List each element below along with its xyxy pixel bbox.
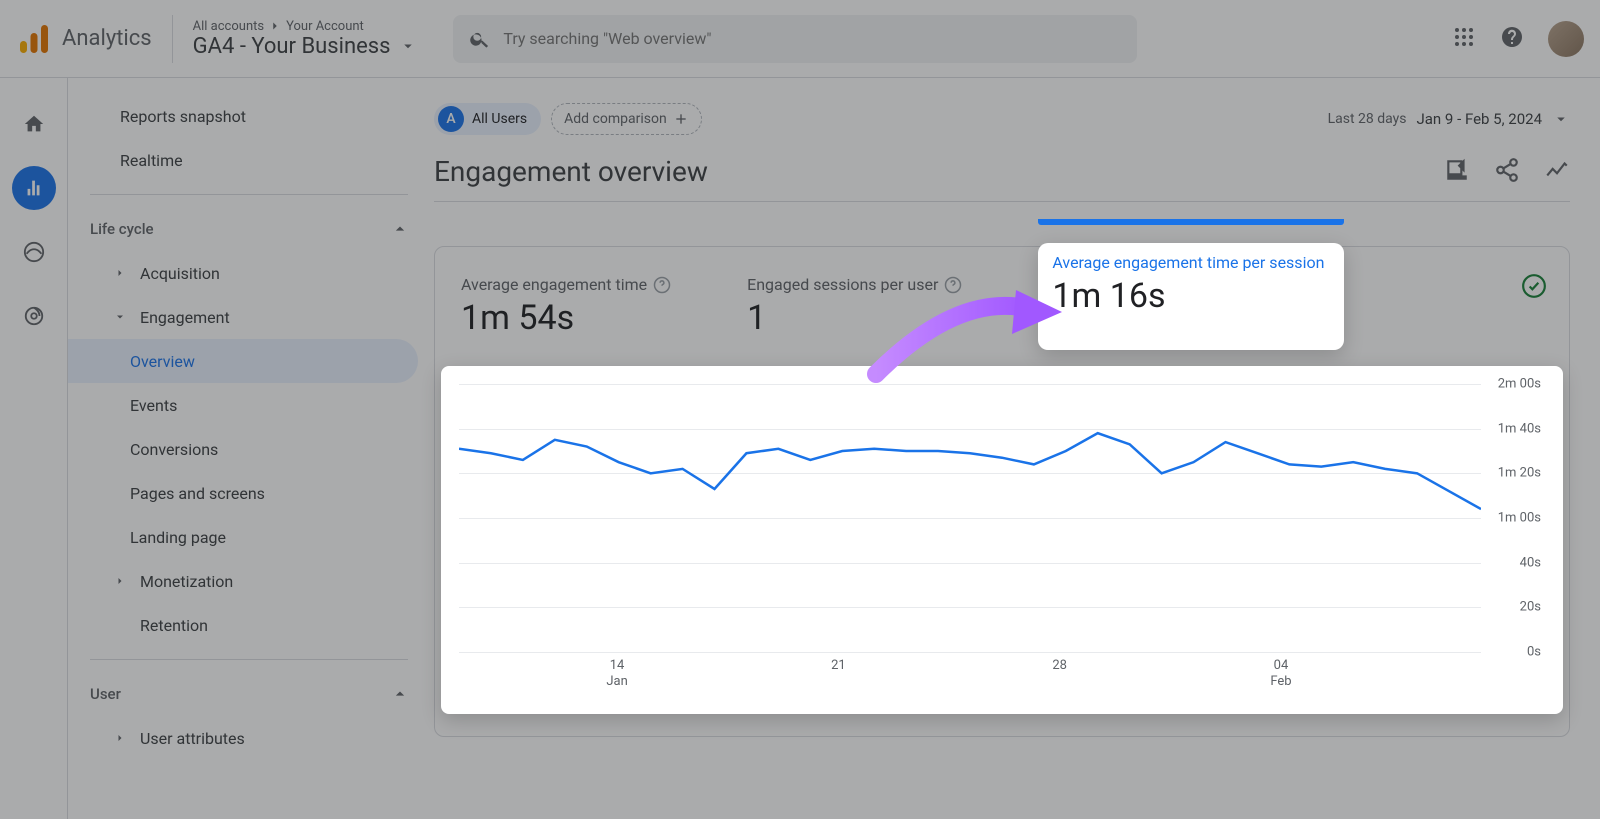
kpi-avg-engagement-time[interactable]: Average engagement time 1m 54s: [461, 271, 691, 350]
caret-down-icon: [399, 37, 417, 55]
chart-y-tick: 2m 00s: [1498, 377, 1541, 392]
help-outline-icon[interactable]: [653, 276, 671, 294]
sidebar-engagement-conversions[interactable]: Conversions: [68, 427, 430, 471]
chart-y-tick: 1m 00s: [1498, 511, 1541, 526]
analytics-logo-icon: [16, 21, 52, 57]
sidebar-engagement[interactable]: Engagement: [68, 295, 430, 339]
breadcrumb-account: Your Account: [286, 19, 364, 34]
customize-report-icon[interactable]: [1444, 157, 1470, 187]
page-title: Engagement overview: [434, 155, 708, 188]
sidebar-engagement-pages[interactable]: Pages and screens: [68, 471, 430, 515]
share-icon[interactable]: [1494, 157, 1520, 187]
chart-x-tick: 04Feb: [1270, 658, 1291, 690]
breadcrumb-all-accounts: All accounts: [193, 19, 264, 34]
rail-advertising[interactable]: [12, 294, 56, 338]
chart-x-tick: 28: [1052, 658, 1067, 674]
chart-y-tick: 1m 40s: [1498, 421, 1541, 436]
product-name: Analytics: [62, 26, 152, 51]
sidebar-group-life-cycle[interactable]: Life cycle: [68, 207, 430, 251]
add-comparison-button[interactable]: Add comparison: [551, 103, 702, 135]
chart-x-tick: 14Jan: [606, 658, 627, 690]
apps-icon[interactable]: [1452, 25, 1476, 53]
sidebar-acquisition[interactable]: Acquisition: [68, 251, 430, 295]
segment-chip-all-users[interactable]: AAll Users: [434, 103, 541, 135]
sidebar-reports-snapshot[interactable]: Reports snapshot: [68, 94, 430, 138]
caret-right-icon: [114, 732, 126, 744]
rail-home[interactable]: [12, 102, 56, 146]
kpi-engaged-sessions-per-user[interactable]: Engaged sessions per user 1: [747, 271, 982, 350]
caret-right-icon: [114, 267, 126, 279]
chevron-up-icon: [390, 684, 410, 704]
engagement-time-chart: 2m 00s1m 40s1m 20s1m 00s40s20s0s 14Jan21…: [441, 366, 1563, 714]
chart-y-tick: 20s: [1520, 600, 1541, 615]
sidebar-user-attributes[interactable]: User attributes: [68, 716, 430, 760]
sidebar-engagement-overview[interactable]: Overview: [68, 339, 418, 383]
search-icon: [469, 28, 490, 50]
engagement-overview-card: Average engagement time 1m 54s Engaged s…: [434, 246, 1570, 737]
rail-explore[interactable]: [12, 230, 56, 274]
status-check-icon: [1521, 273, 1547, 299]
search-bar[interactable]: [453, 15, 1137, 63]
sidebar-engagement-events[interactable]: Events: [68, 383, 430, 427]
insights-icon[interactable]: [1544, 157, 1570, 187]
help-icon[interactable]: [1500, 25, 1524, 53]
property-name: GA4 - Your Business: [193, 34, 391, 59]
sidebar-retention[interactable]: Retention: [68, 603, 430, 647]
sidebar-monetization[interactable]: Monetization: [68, 559, 430, 603]
date-range-selector[interactable]: Last 28 days Jan 9 - Feb 5, 2024: [1328, 110, 1570, 128]
help-outline-icon[interactable]: [944, 276, 962, 294]
chart-y-tick: 40s: [1520, 555, 1541, 570]
chevron-right-icon: [268, 19, 282, 33]
caret-down-icon: [1552, 110, 1570, 128]
kpi-avg-engagement-time-per-session[interactable]: Average engagement time per session 1m 1…: [1038, 243, 1344, 350]
plus-icon: [673, 111, 689, 127]
rail-reports[interactable]: [12, 166, 56, 210]
caret-right-icon: [114, 575, 126, 587]
caret-down-icon: [114, 311, 126, 323]
sidebar-engagement-landing[interactable]: Landing page: [68, 515, 430, 559]
avatar[interactable]: [1548, 21, 1584, 57]
chart-x-tick: 21: [831, 658, 846, 674]
sidebar-group-user[interactable]: User: [68, 672, 430, 716]
account-selector[interactable]: All accounts Your Account GA4 - Your Bus…: [193, 19, 417, 59]
chevron-up-icon: [390, 219, 410, 239]
search-input[interactable]: [503, 29, 1120, 48]
sidebar-realtime[interactable]: Realtime: [68, 138, 430, 182]
chart-y-tick: 1m 20s: [1498, 466, 1541, 481]
